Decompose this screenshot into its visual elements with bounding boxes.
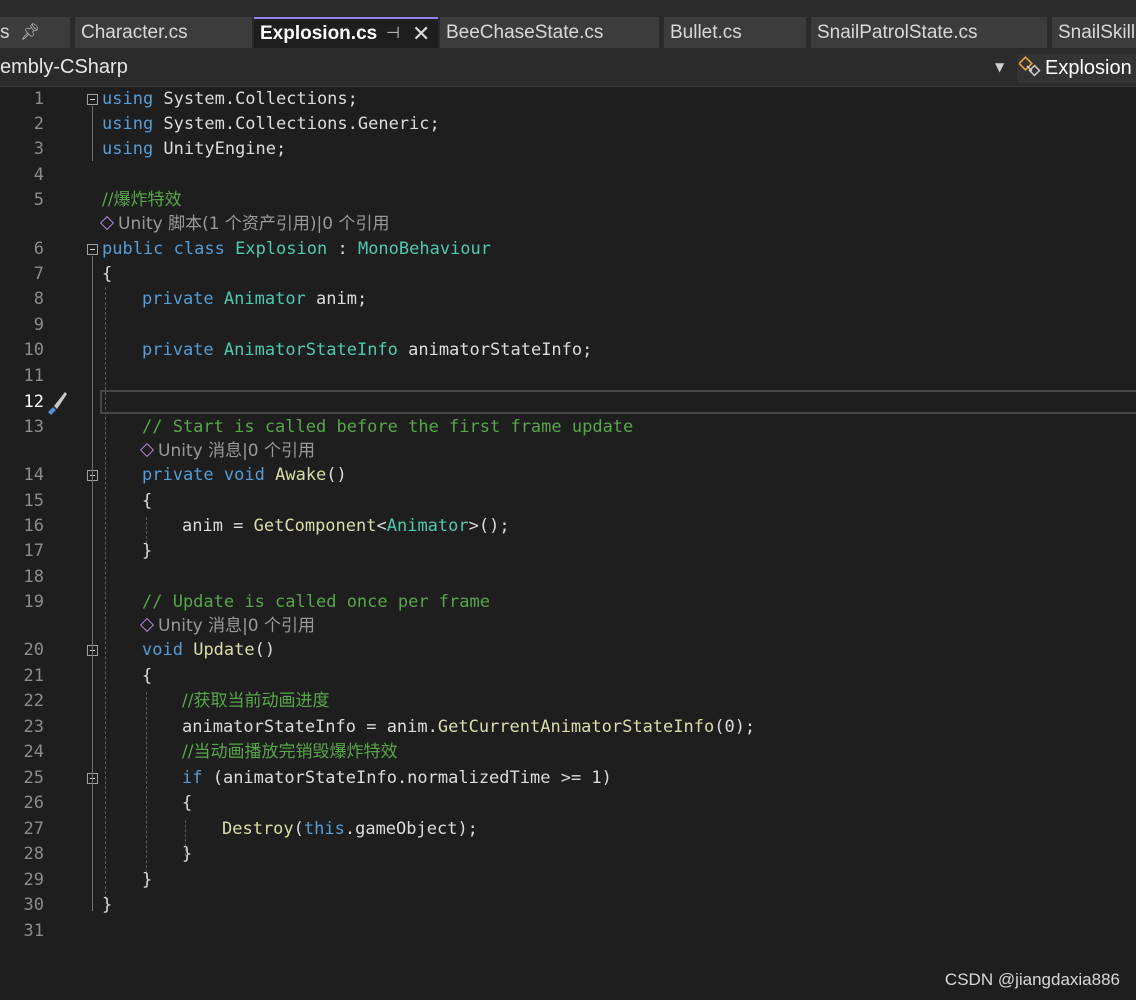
tab-label: SnailSkillS <box>1058 22 1136 43</box>
tab-partial[interactable]: s 📌︎ <box>0 17 70 48</box>
code-line-23: animatorStateInfo = anim.GetCurrentAnima… <box>182 717 756 737</box>
code-line-16: anim = GetComponent<Animator>(); <box>182 516 510 536</box>
codelens-update[interactable]: Unity 消息|0 个引用 <box>139 614 315 638</box>
code-line-1: using System.Collections; <box>102 89 358 109</box>
outline-bar <box>92 106 93 161</box>
line-number: 26 <box>23 793 44 813</box>
code-line-6: public class Explosion : MonoBehaviour <box>102 239 492 259</box>
line-number: 15 <box>23 491 44 511</box>
line-number: 3 <box>33 139 44 159</box>
tab-snailskill[interactable]: SnailSkillS <box>1052 17 1136 48</box>
code-line-15: { <box>142 491 153 511</box>
code-line-13: // Start is called before the first fram… <box>142 417 634 437</box>
tab-label: SnailPatrolState.cs <box>817 22 978 43</box>
line-number: 25 <box>23 768 44 788</box>
code-line-19: // Update is called once per frame <box>142 592 490 612</box>
code-line-14: private void Awake() <box>142 465 347 485</box>
tab-explosion[interactable]: Explosion.cs ⊣ ✕ <box>254 17 438 48</box>
pin-icon[interactable]: 📌︎ <box>20 17 40 48</box>
tab-bullet[interactable]: Bullet.cs <box>664 17 806 48</box>
tab-label: Character.cs <box>81 22 188 43</box>
unity-icon <box>99 215 115 231</box>
line-number: 31 <box>23 921 44 941</box>
line-number: 21 <box>23 666 44 686</box>
tab-label: Bullet.cs <box>670 22 742 43</box>
codelens-awake[interactable]: Unity 消息|0 个引用 <box>139 439 315 463</box>
line-number: 29 <box>23 870 44 890</box>
line-number: 22 <box>23 691 44 711</box>
code-line-10: private AnimatorStateInfo animatorStateI… <box>142 340 593 360</box>
close-icon[interactable]: ✕ <box>412 19 430 48</box>
tab-character[interactable]: Character.cs <box>75 17 252 48</box>
code-line-3: using UnityEngine; <box>102 139 287 159</box>
code-line-8: private Animator anim; <box>142 289 368 309</box>
line-number: 16 <box>23 516 44 536</box>
code-editor[interactable]: 1 2 3 4 5 6 7 8 9 10 11 12 13 14 15 16 1… <box>0 87 1136 1000</box>
pin-icon[interactable]: ⊣ <box>386 19 400 48</box>
tab-beechasestate[interactable]: BeeChaseState.cs <box>440 17 659 48</box>
line-number: 27 <box>23 819 44 839</box>
line-number: 4 <box>33 165 44 185</box>
line-number: 10 <box>23 340 44 360</box>
line-number: 23 <box>23 717 44 737</box>
line-number: 13 <box>23 417 44 437</box>
line-number-current: 12 <box>23 392 44 412</box>
line-number: 6 <box>33 239 44 259</box>
line-number: 14 <box>23 465 44 485</box>
code-line-26: { <box>182 793 193 813</box>
tab-label: s <box>0 22 10 43</box>
document-tab-bar: s 📌︎ Character.cs Explosion.cs ⊣ ✕ BeeCh… <box>0 0 1136 50</box>
line-number: 18 <box>23 567 44 587</box>
code-line-22: //获取当前动画进度 <box>182 691 330 711</box>
code-line-7: { <box>102 264 113 284</box>
code-line-21: { <box>142 666 153 686</box>
code-line-28: } <box>182 844 193 864</box>
tab-label: BeeChaseState.cs <box>446 22 604 43</box>
code-line-29: } <box>142 870 153 890</box>
code-line-20: void Update() <box>142 640 276 660</box>
unity-icon <box>139 442 155 458</box>
line-number: 24 <box>23 742 44 762</box>
line-number: 8 <box>33 289 44 309</box>
navigation-bar: embly-CSharp ▼ Explosion <box>0 50 1136 87</box>
code-line-5: //爆炸特效 <box>102 190 182 210</box>
tab-label: Explosion.cs <box>260 23 378 44</box>
class-icon <box>1019 56 1041 77</box>
collapse-icon[interactable] <box>87 244 98 255</box>
code-line-2: using System.Collections.Generic; <box>102 114 440 134</box>
code-line-24: //当动画播放完销毁爆炸特效 <box>182 742 398 762</box>
line-number: 1 <box>33 89 44 109</box>
unity-icon <box>139 617 155 633</box>
line-number: 20 <box>23 640 44 660</box>
chevron-down-icon[interactable]: ▼ <box>995 60 1004 74</box>
member-label: Explosion <box>1045 57 1132 79</box>
outline-bar <box>92 256 93 911</box>
indent-guide <box>146 692 147 878</box>
code-line-30: } <box>102 895 113 915</box>
line-number: 19 <box>23 592 44 612</box>
line-number: 17 <box>23 541 44 561</box>
line-number: 11 <box>23 366 44 386</box>
line-number: 7 <box>33 264 44 284</box>
line-number: 30 <box>23 895 44 915</box>
line-number: 28 <box>23 844 44 864</box>
quick-actions-icon[interactable] <box>44 390 70 416</box>
member-dropdown[interactable]: Explosion <box>1017 54 1136 83</box>
code-line-25: if (animatorStateInfo.normalizedTime >= … <box>182 768 612 788</box>
line-number: 9 <box>33 315 44 335</box>
project-dropdown[interactable]: embly-CSharp <box>0 56 128 79</box>
indent-guide <box>105 287 106 899</box>
tab-snailpatrolstate[interactable]: SnailPatrolState.cs <box>811 17 1047 48</box>
code-line-17: } <box>142 541 153 561</box>
code-line-27: Destroy(this.gameObject); <box>222 819 478 839</box>
codelens-class[interactable]: Unity 脚本(1 个资产引用)|0 个引用 <box>99 212 390 236</box>
watermark: CSDN @jiangdaxia886 <box>944 970 1120 989</box>
collapse-icon[interactable] <box>87 94 98 105</box>
current-line-highlight <box>100 390 1136 414</box>
line-number: 5 <box>33 190 44 210</box>
line-number: 2 <box>33 114 44 134</box>
